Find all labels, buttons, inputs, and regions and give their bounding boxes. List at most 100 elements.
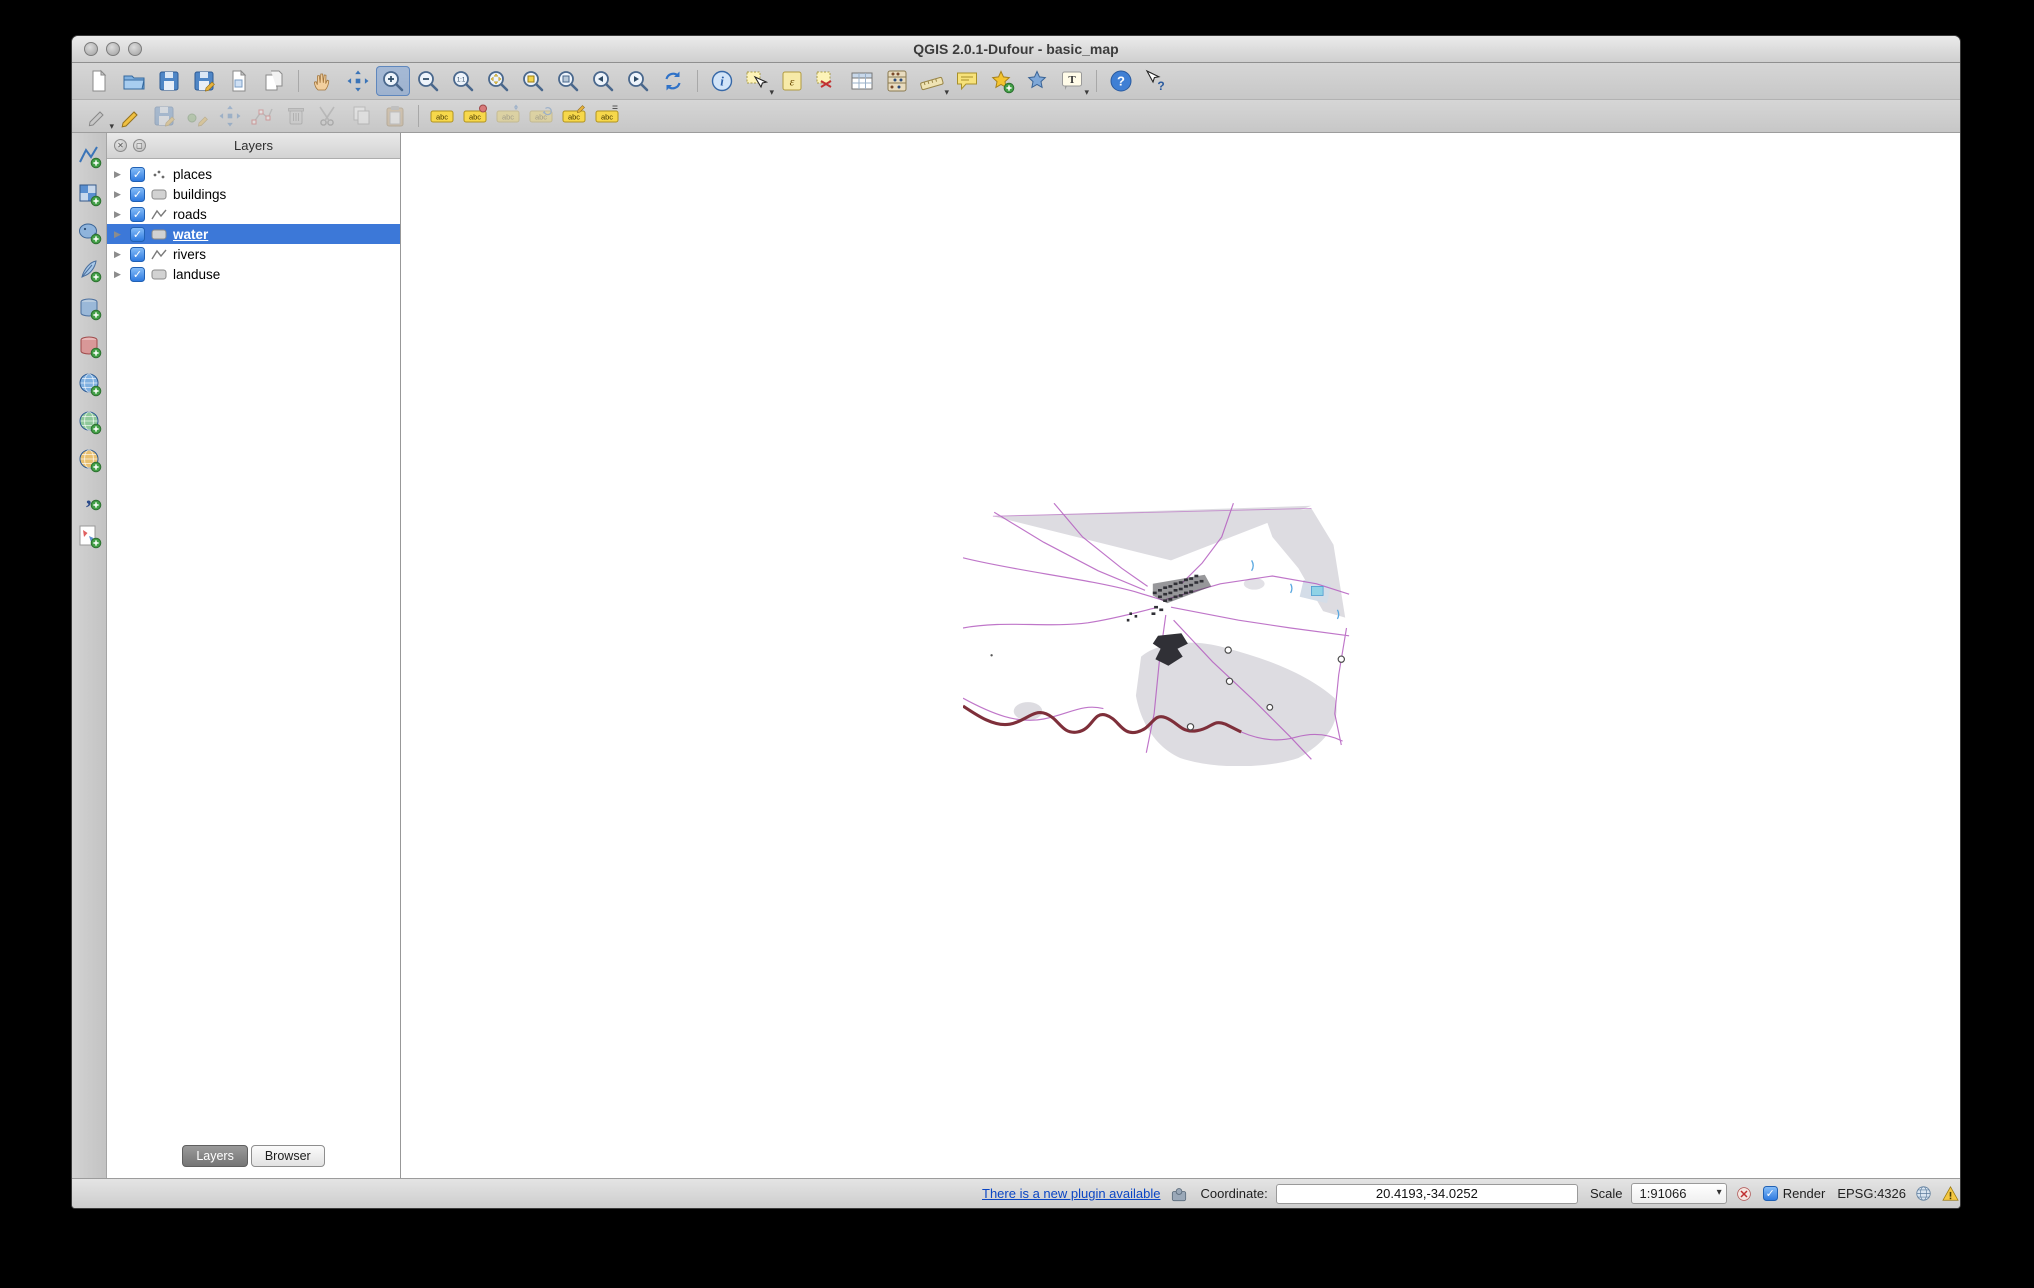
new-plugin-link[interactable]: There is a new plugin available xyxy=(982,1186,1161,1201)
help-icon[interactable]: ? xyxy=(1104,66,1138,96)
layer-row-roads[interactable]: ▶ ✓ roads xyxy=(107,204,400,224)
add-wfs-layer-icon[interactable] xyxy=(74,445,105,475)
layer-row-places[interactable]: ▶ ✓ places xyxy=(107,164,400,184)
crs-status-icon[interactable] xyxy=(1914,1184,1933,1203)
new-shapefile-layer-icon[interactable] xyxy=(74,521,105,551)
refresh-icon[interactable] xyxy=(656,66,690,96)
add-mssql-layer-icon[interactable] xyxy=(74,293,105,323)
show-bookmarks-icon[interactable] xyxy=(1020,66,1054,96)
add-oracle-layer-icon[interactable] xyxy=(74,331,105,361)
deselect-features-icon[interactable] xyxy=(810,66,844,96)
layers-panel-header[interactable]: ✕ ◻ Layers xyxy=(107,133,400,159)
expand-triangle-icon[interactable]: ▶ xyxy=(114,169,125,180)
select-by-expression-icon[interactable]: ε xyxy=(775,66,809,96)
new-bookmark-icon[interactable] xyxy=(985,66,1019,96)
whats-this-icon[interactable]: ? xyxy=(1139,66,1173,96)
new-project-icon[interactable] xyxy=(82,66,116,96)
add-postgis-layer-icon[interactable] xyxy=(74,217,105,247)
layer-checkbox[interactable]: ✓ xyxy=(130,167,145,182)
add-vector-layer-icon[interactable] xyxy=(74,141,105,171)
toggle-editing-icon[interactable] xyxy=(115,103,147,130)
composer-manager-icon[interactable] xyxy=(257,66,291,96)
svg-text:1:1: 1:1 xyxy=(457,78,466,84)
zoom-last-icon[interactable] xyxy=(586,66,620,96)
coordinate-label: Coordinate: xyxy=(1201,1186,1268,1201)
panel-float-icon[interactable]: ◻ xyxy=(133,139,146,152)
save-project-icon[interactable] xyxy=(152,66,186,96)
layer-row-landuse[interactable]: ▶ ✓ landuse xyxy=(107,264,400,284)
current-edits-icon[interactable]: ▾ xyxy=(82,103,114,130)
plugin-icon[interactable] xyxy=(1169,1184,1189,1204)
map-canvas[interactable] xyxy=(401,133,1960,1178)
cut-features-icon[interactable] xyxy=(313,103,345,130)
label-options-icon[interactable]: abc xyxy=(459,103,491,130)
field-calculator-icon[interactable] xyxy=(880,66,914,96)
expand-triangle-icon[interactable]: ▶ xyxy=(114,209,125,220)
zoom-next-icon[interactable] xyxy=(621,66,655,96)
tab-browser[interactable]: Browser xyxy=(251,1145,325,1167)
coordinate-input[interactable] xyxy=(1276,1184,1578,1204)
add-spatialite-layer-icon[interactable] xyxy=(74,255,105,285)
measure-icon[interactable]: ▾ xyxy=(915,66,949,96)
layer-row-buildings[interactable]: ▶ ✓ buildings xyxy=(107,184,400,204)
stop-rendering-icon[interactable] xyxy=(1735,1185,1753,1203)
text-annotation-icon[interactable]: T▾ xyxy=(1055,66,1089,96)
add-delimited-text-layer-icon[interactable]: , xyxy=(74,483,105,513)
zoom-to-selection-icon[interactable] xyxy=(516,66,550,96)
crs-label: EPSG:4326 xyxy=(1837,1186,1906,1201)
panel-close-icon[interactable]: ✕ xyxy=(114,139,127,152)
close-window-button[interactable] xyxy=(84,42,98,56)
add-wms-layer-icon[interactable] xyxy=(74,369,105,399)
delete-selected-icon[interactable] xyxy=(280,103,312,130)
change-label-icon[interactable]: abc xyxy=(558,103,590,130)
minimize-window-button[interactable] xyxy=(106,42,120,56)
title-bar[interactable]: QGIS 2.0.1-Dufour - basic_map xyxy=(72,36,1960,63)
zoom-actual-icon[interactable]: 1:1 xyxy=(446,66,480,96)
pan-map-icon[interactable] xyxy=(306,66,340,96)
node-tool-icon[interactable] xyxy=(247,103,279,130)
add-wcs-layer-icon[interactable] xyxy=(74,407,105,437)
expand-triangle-icon[interactable]: ▶ xyxy=(114,229,125,240)
layer-label: places xyxy=(173,167,212,182)
message-log-icon[interactable] xyxy=(1941,1184,1960,1203)
rotate-label-icon[interactable]: abc xyxy=(525,103,557,130)
zoom-full-icon[interactable] xyxy=(481,66,515,96)
map-tips-icon[interactable] xyxy=(950,66,984,96)
layer-row-water[interactable]: ▶ ✓ water xyxy=(107,224,400,244)
tab-layers[interactable]: Layers xyxy=(182,1145,248,1167)
label-properties-icon[interactable]: abc xyxy=(591,103,623,130)
layer-label: landuse xyxy=(173,267,220,282)
paste-features-icon[interactable] xyxy=(379,103,411,130)
layer-checkbox[interactable]: ✓ xyxy=(130,227,145,242)
layer-checkbox[interactable]: ✓ xyxy=(130,187,145,202)
layer-row-rivers[interactable]: ▶ ✓ rivers xyxy=(107,244,400,264)
scale-combo[interactable]: 1:91066 ▾ xyxy=(1631,1183,1727,1204)
copy-features-icon[interactable] xyxy=(346,103,378,130)
save-layer-edits-icon[interactable] xyxy=(148,103,180,130)
expand-triangle-icon[interactable]: ▶ xyxy=(114,249,125,260)
expand-triangle-icon[interactable]: ▶ xyxy=(114,269,125,280)
identify-icon[interactable]: i xyxy=(705,66,739,96)
dropdown-arrow-icon: ▾ xyxy=(769,88,774,97)
zoom-in-icon[interactable] xyxy=(376,66,410,96)
layer-checkbox[interactable]: ✓ xyxy=(130,267,145,282)
save-project-as-icon[interactable] xyxy=(187,66,221,96)
zoom-to-layer-icon[interactable] xyxy=(551,66,585,96)
render-checkbox[interactable]: ✓ xyxy=(1763,1186,1778,1201)
zoom-window-button[interactable] xyxy=(128,42,142,56)
add-raster-layer-icon[interactable] xyxy=(74,179,105,209)
labeling-icon[interactable]: abc xyxy=(426,103,458,130)
move-label-icon[interactable]: abc xyxy=(492,103,524,130)
layer-checkbox[interactable]: ✓ xyxy=(130,207,145,222)
layers-panel: ✕ ◻ Layers ▶ ✓ places ▶ ✓ buildings xyxy=(107,133,401,1178)
zoom-out-icon[interactable] xyxy=(411,66,445,96)
new-print-composer-icon[interactable] xyxy=(222,66,256,96)
pan-to-selection-icon[interactable] xyxy=(341,66,375,96)
expand-triangle-icon[interactable]: ▶ xyxy=(114,189,125,200)
layer-checkbox[interactable]: ✓ xyxy=(130,247,145,262)
move-feature-icon[interactable] xyxy=(214,103,246,130)
open-project-icon[interactable] xyxy=(117,66,151,96)
open-attribute-table-icon[interactable] xyxy=(845,66,879,96)
select-features-icon[interactable]: ▾ xyxy=(740,66,774,96)
add-feature-icon[interactable] xyxy=(181,103,213,130)
